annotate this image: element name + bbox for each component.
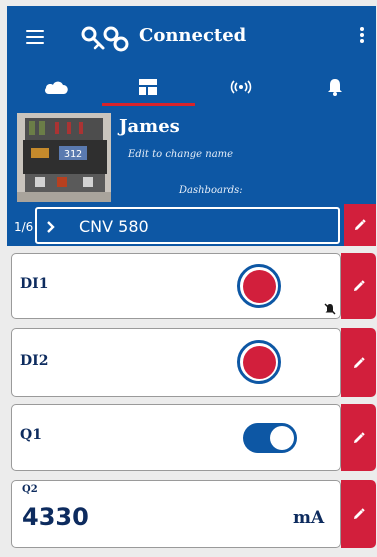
menu-icon[interactable] xyxy=(26,30,44,44)
dashboard-select[interactable]: CNV 580 xyxy=(35,207,340,244)
connection-status-title: Connected xyxy=(139,25,247,46)
edit-name-hint: Edit to change name xyxy=(128,149,234,160)
pencil-icon xyxy=(355,219,366,230)
widget-label: Q2 xyxy=(22,484,38,495)
edit-dashboard-button[interactable] xyxy=(344,204,376,246)
pencil-icon xyxy=(353,356,365,368)
tab-signal[interactable] xyxy=(195,68,287,106)
bell-muted-icon xyxy=(324,303,336,315)
widget-label: DI2 xyxy=(20,353,49,369)
analog-value: 4330 xyxy=(22,503,89,531)
pencil-icon xyxy=(353,508,365,519)
widget-label: DI1 xyxy=(20,276,49,292)
edit-widget-di1-button[interactable] xyxy=(341,253,376,319)
status-indicator-led xyxy=(237,340,281,384)
edit-widget-q1-button[interactable] xyxy=(341,404,376,471)
chevron-right-icon xyxy=(47,221,55,233)
device-photo-image: 312 xyxy=(17,113,111,202)
output-toggle-switch[interactable] xyxy=(243,423,297,453)
status-indicator-led xyxy=(237,264,281,308)
bell-icon xyxy=(328,79,342,96)
analog-unit: mA xyxy=(293,508,325,528)
wireless-signal-icon xyxy=(230,80,252,94)
device-name[interactable]: James xyxy=(119,116,180,137)
dashboard-name: CNV 580 xyxy=(79,217,149,236)
widget-q1[interactable]: Q1 xyxy=(11,404,341,471)
widget-di1[interactable]: DI1 xyxy=(11,253,341,319)
pencil-icon xyxy=(353,280,365,291)
cloud-icon xyxy=(45,81,68,94)
device-photo[interactable]: 312 xyxy=(17,113,111,202)
pencil-icon xyxy=(353,431,365,443)
widget-label: Q1 xyxy=(20,427,42,443)
edit-widget-q2-button[interactable] xyxy=(341,480,376,548)
more-options-icon[interactable] xyxy=(359,27,365,45)
tab-bar xyxy=(7,68,376,106)
connected-keys-icon xyxy=(81,26,129,52)
edit-widget-di2-button[interactable] xyxy=(341,328,376,397)
widget-q2[interactable]: Q2 4330 mA xyxy=(11,480,341,548)
app-bar: Connected xyxy=(7,6,376,106)
dashboard-selector-row: 1/6 CNV 580 xyxy=(7,204,376,246)
tab-dashboard[interactable] xyxy=(102,68,194,106)
widget-di2[interactable]: DI2 xyxy=(11,328,341,397)
tab-alerts[interactable] xyxy=(289,68,377,106)
device-photo-readout: 312 xyxy=(64,149,82,160)
tab-cloud[interactable] xyxy=(10,68,102,106)
dashboard-position: 1/6 xyxy=(14,220,34,234)
device-header: 312 James Edit to change name Dashboards… xyxy=(7,106,376,204)
dashboard-icon xyxy=(139,79,157,95)
dashboards-label: Dashboards: xyxy=(179,185,243,196)
